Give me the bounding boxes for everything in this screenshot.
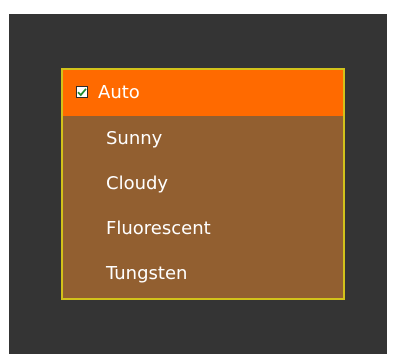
checkbox-checked-icon — [76, 86, 88, 98]
menu-item-cloudy[interactable]: Cloudy — [63, 161, 343, 206]
menu-item-tungsten[interactable]: Tungsten — [63, 251, 343, 296]
menu-item-auto[interactable]: Auto — [63, 70, 343, 116]
menu-item-label: Auto — [98, 82, 140, 103]
menu-item-label: Cloudy — [106, 173, 169, 194]
menu-item-sunny[interactable]: Sunny — [63, 116, 343, 161]
menu-item-label: Tungsten — [106, 263, 188, 284]
menu-item-label: Fluorescent — [106, 218, 211, 239]
checkmark-icon — [77, 88, 87, 97]
menu-item-label: Sunny — [106, 128, 163, 149]
menu-item-fluorescent[interactable]: Fluorescent — [63, 206, 343, 251]
white-balance-menu: Auto Sunny Cloudy Fluorescent Tungsten — [61, 68, 345, 300]
